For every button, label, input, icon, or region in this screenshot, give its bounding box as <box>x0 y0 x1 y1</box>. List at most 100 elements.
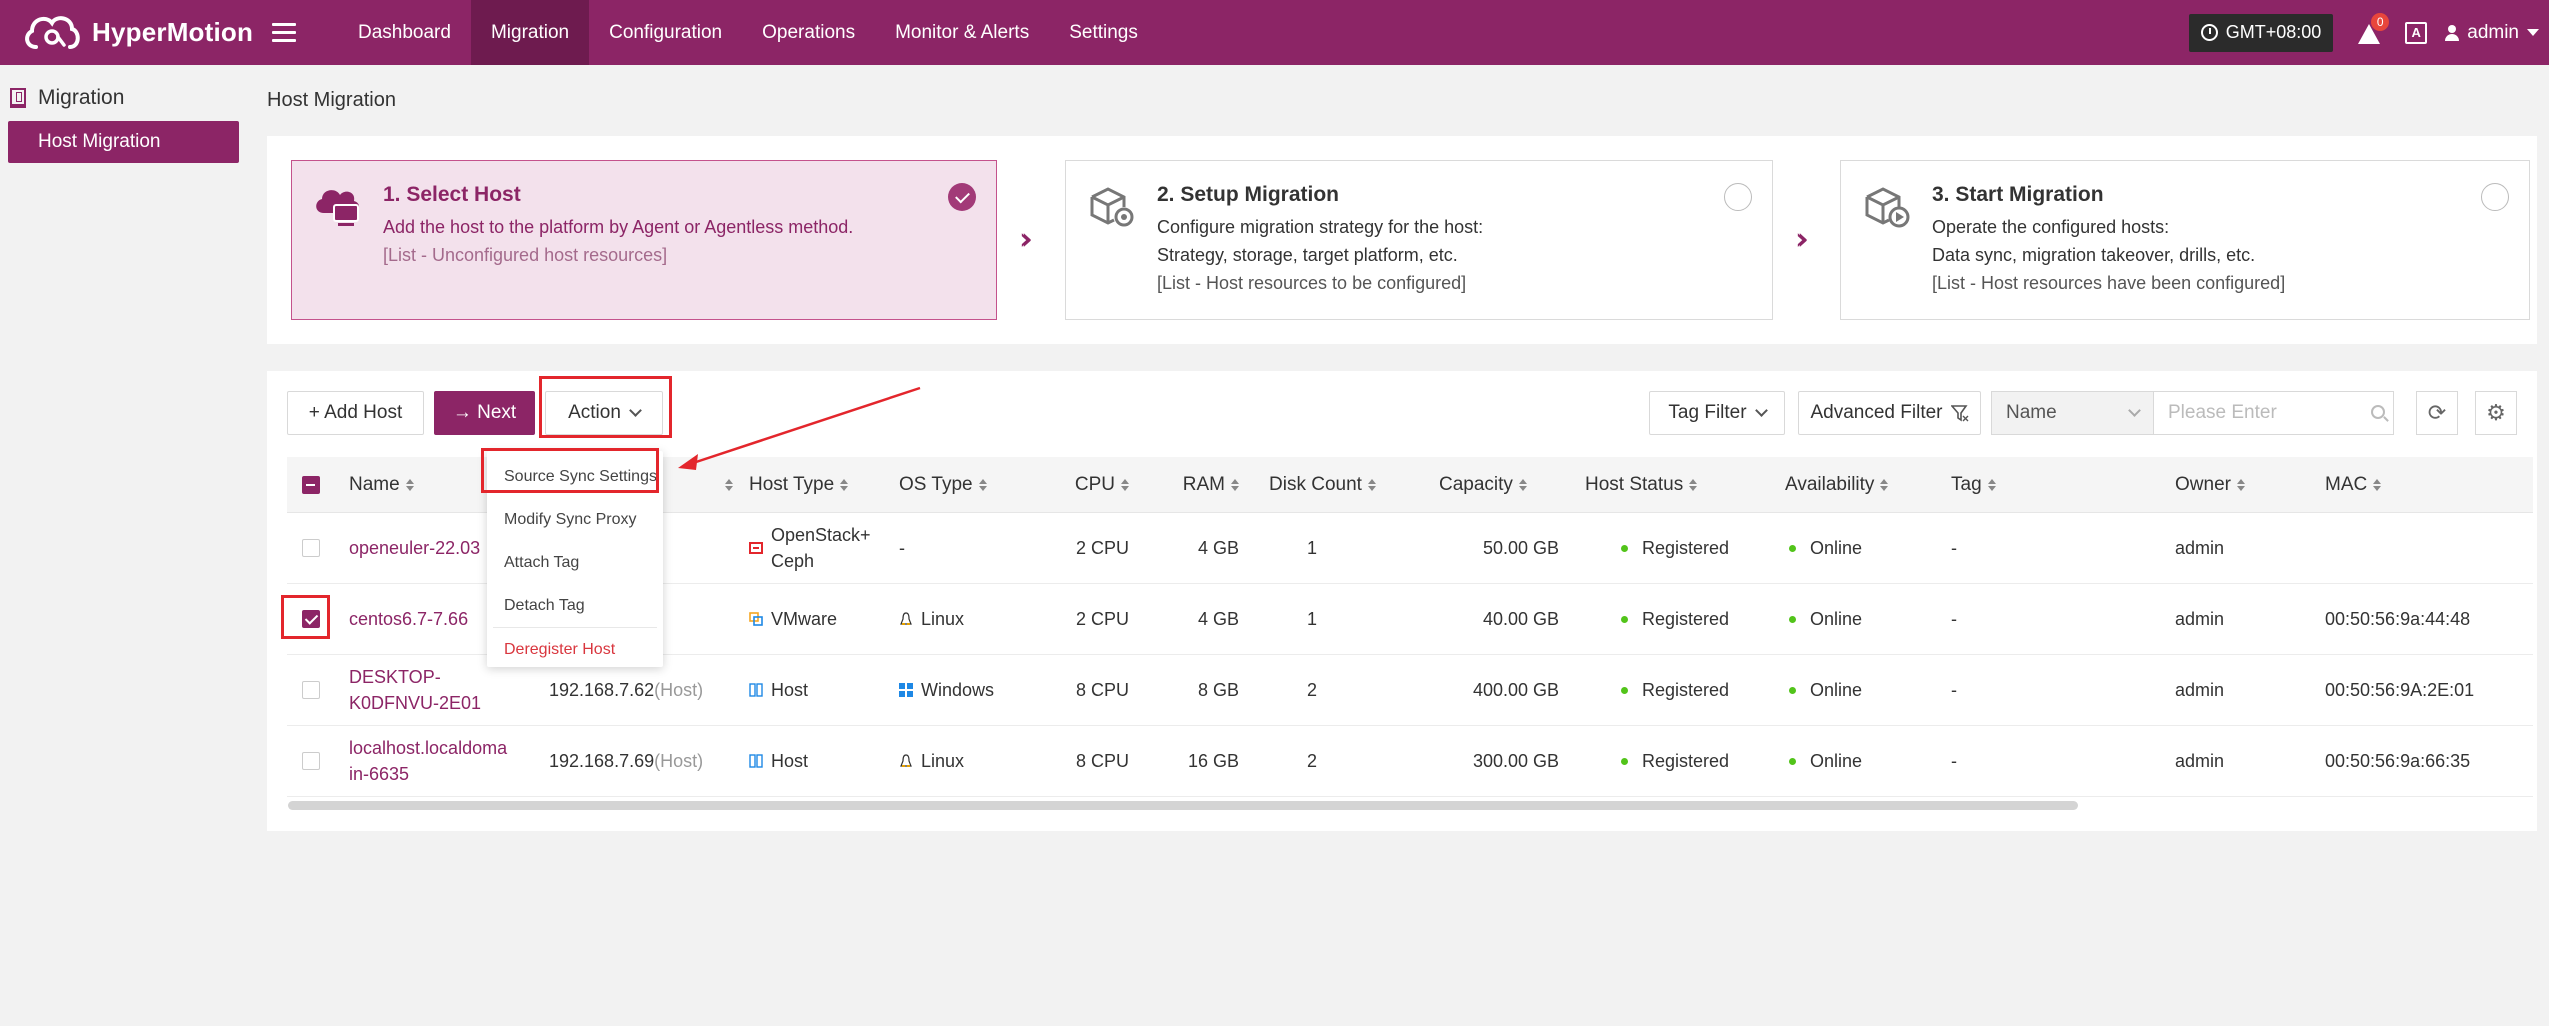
clock-icon <box>2200 24 2218 41</box>
tag: - <box>1951 750 1957 771</box>
language-icon[interactable]: A <box>2405 21 2428 44</box>
tag: - <box>1951 608 1957 629</box>
start-play-icon <box>1865 187 1910 228</box>
col-tag[interactable]: Tag <box>1943 474 2167 496</box>
os-type: Linux <box>891 609 1041 630</box>
col-ram[interactable]: RAM <box>1137 474 1247 496</box>
host-name-link[interactable]: DESKTOP- K0DFNVU-2E01 <box>341 664 541 716</box>
username: admin <box>2467 21 2519 43</box>
row-checkbox[interactable] <box>302 610 320 628</box>
menu-item-modify-sync-proxy[interactable]: Modify Sync Proxy <box>487 498 663 541</box>
horizontal-scrollbar[interactable] <box>288 801 2078 810</box>
ram: 4 GB <box>1197 537 1239 558</box>
disk-count: 1 <box>1307 608 1318 629</box>
menu-item-detach-tag[interactable]: Detach Tag <box>487 584 663 627</box>
col-cpu[interactable]: CPU <box>1041 474 1137 496</box>
host-name[interactable]: DESKTOP- K0DFNVU-2E01 <box>349 664 481 716</box>
ram: 8 GB <box>1197 679 1239 700</box>
user-icon <box>2445 24 2460 41</box>
nav-item-settings[interactable]: Settings <box>1049 0 1158 65</box>
nav-item-configuration[interactable]: Configuration <box>589 0 742 65</box>
col-owner[interactable]: Owner <box>2167 474 2317 496</box>
nav-item-migration[interactable]: Migration <box>470 0 590 65</box>
vmware-icon <box>749 612 763 626</box>
os-type: Windows <box>891 680 1041 701</box>
column-settings-button[interactable]: ⚙ <box>2475 391 2517 435</box>
app-name: HyperMotion <box>92 17 254 47</box>
refresh-button[interactable]: ⟳ <box>2416 391 2458 435</box>
windows-icon <box>899 683 913 697</box>
sort-icon <box>1231 478 1239 491</box>
ip-source: (Host) <box>654 679 704 700</box>
col-capacity[interactable]: Capacity <box>1417 474 1567 496</box>
sidebar-item-host-migration[interactable]: Host Migration <box>8 121 239 163</box>
refresh-icon: ⟳ <box>2427 400 2447 426</box>
advanced-filter-label: Advanced Filter <box>1810 402 1943 423</box>
search-field-select[interactable]: Name <box>1991 391 2154 435</box>
menu-toggle-icon[interactable] <box>272 23 296 42</box>
chevron-down-icon <box>629 404 642 417</box>
sort-icon <box>1880 478 1889 491</box>
table-row[interactable]: localhost.localdoma in-6635 192.168.7.69(… <box>287 726 2533 797</box>
step-title: 2. Setup Migration <box>1157 183 1340 206</box>
step-start-migration[interactable]: 3. Start Migration Operate the configure… <box>1840 160 2530 320</box>
host-ip: 192.168.7.62 (Host) <box>541 680 741 701</box>
status-dot <box>1621 544 1628 552</box>
add-host-button[interactable]: + Add Host <box>287 391 424 435</box>
col-availability[interactable]: Availability <box>1767 474 1943 496</box>
check-circle-icon <box>948 183 976 211</box>
col-disk-count[interactable]: Disk Count <box>1247 474 1417 496</box>
status-dot <box>1621 757 1628 765</box>
logo[interactable]: HyperMotion <box>0 9 260 57</box>
menu-item-source-sync-settings[interactable]: Source Sync Settings <box>487 455 663 498</box>
host-name[interactable]: centos6.7-7.66 <box>349 606 468 632</box>
select-all-checkbox[interactable] <box>302 475 320 494</box>
sort-icon <box>1367 478 1376 491</box>
row-checkbox[interactable] <box>302 681 320 699</box>
menu-item-deregister-host[interactable]: Deregister Host <box>487 628 663 671</box>
menu-item-attach-tag[interactable]: Attach Tag <box>487 541 663 584</box>
search-input[interactable] <box>2154 391 2394 435</box>
host-name-line: localhost.localdoma <box>349 738 508 758</box>
openstack-icon <box>749 542 763 554</box>
col-label: Host Status <box>1585 473 1684 495</box>
sort-icon <box>2236 478 2245 491</box>
nav-item-monitor-alerts[interactable]: Monitor & Alerts <box>875 0 1049 65</box>
step-setup-migration[interactable]: 2. Setup Migration Configure migration s… <box>1065 160 1773 320</box>
alerts-button[interactable]: 0 <box>2357 12 2390 45</box>
host-status: Registered <box>1567 751 1767 772</box>
col-host-status[interactable]: Host Status <box>1567 474 1767 496</box>
alert-count-badge: 0 <box>2371 12 2390 31</box>
user-menu[interactable]: admin <box>2445 22 2539 44</box>
sort-icon <box>405 478 414 491</box>
host-name[interactable]: openeuler-22.03 <box>349 535 480 561</box>
availability-value: Online <box>1810 608 1863 629</box>
tag-filter-button[interactable]: Tag Filter <box>1649 391 1785 435</box>
sidebar-section-migration[interactable]: Migration <box>0 77 247 119</box>
chevron-down-icon <box>2128 404 2141 417</box>
host-name[interactable]: localhost.localdoma in-6635 <box>349 735 507 787</box>
disk-count: 2 <box>1307 679 1318 700</box>
host-ip: 192.168.7.69 (Host) <box>541 751 741 772</box>
search-icon[interactable] <box>2371 405 2385 419</box>
action-button[interactable]: Action <box>545 391 663 435</box>
disk-count: 1 <box>1307 537 1318 558</box>
ip-source: (Host) <box>654 750 704 771</box>
sort-icon <box>1121 478 1129 491</box>
row-checkbox[interactable] <box>302 539 320 557</box>
row-checkbox[interactable] <box>302 752 320 770</box>
timezone-button[interactable]: GMT+08:00 <box>2188 13 2334 52</box>
next-button[interactable]: → Next <box>434 391 535 435</box>
sidebar-section-label: Migration <box>38 86 125 109</box>
advanced-filter-button[interactable]: Advanced Filter <box>1798 391 1981 435</box>
step-select-host[interactable]: 1. Select Host Add the host to the platf… <box>291 160 997 320</box>
host-name-line: centos6.7-7.66 <box>349 609 469 629</box>
nav-item-dashboard[interactable]: Dashboard <box>338 0 471 65</box>
availability-value: Online <box>1810 537 1863 558</box>
host-name-link[interactable]: localhost.localdoma in-6635 <box>341 735 541 787</box>
migration-steps: 1. Select Host Add the host to the platf… <box>267 136 2537 344</box>
col-mac[interactable]: MAC <box>2317 474 2467 496</box>
nav-item-operations[interactable]: Operations <box>742 0 875 65</box>
tag: - <box>1951 679 1957 700</box>
host-name-line: in-6635 <box>349 764 410 784</box>
